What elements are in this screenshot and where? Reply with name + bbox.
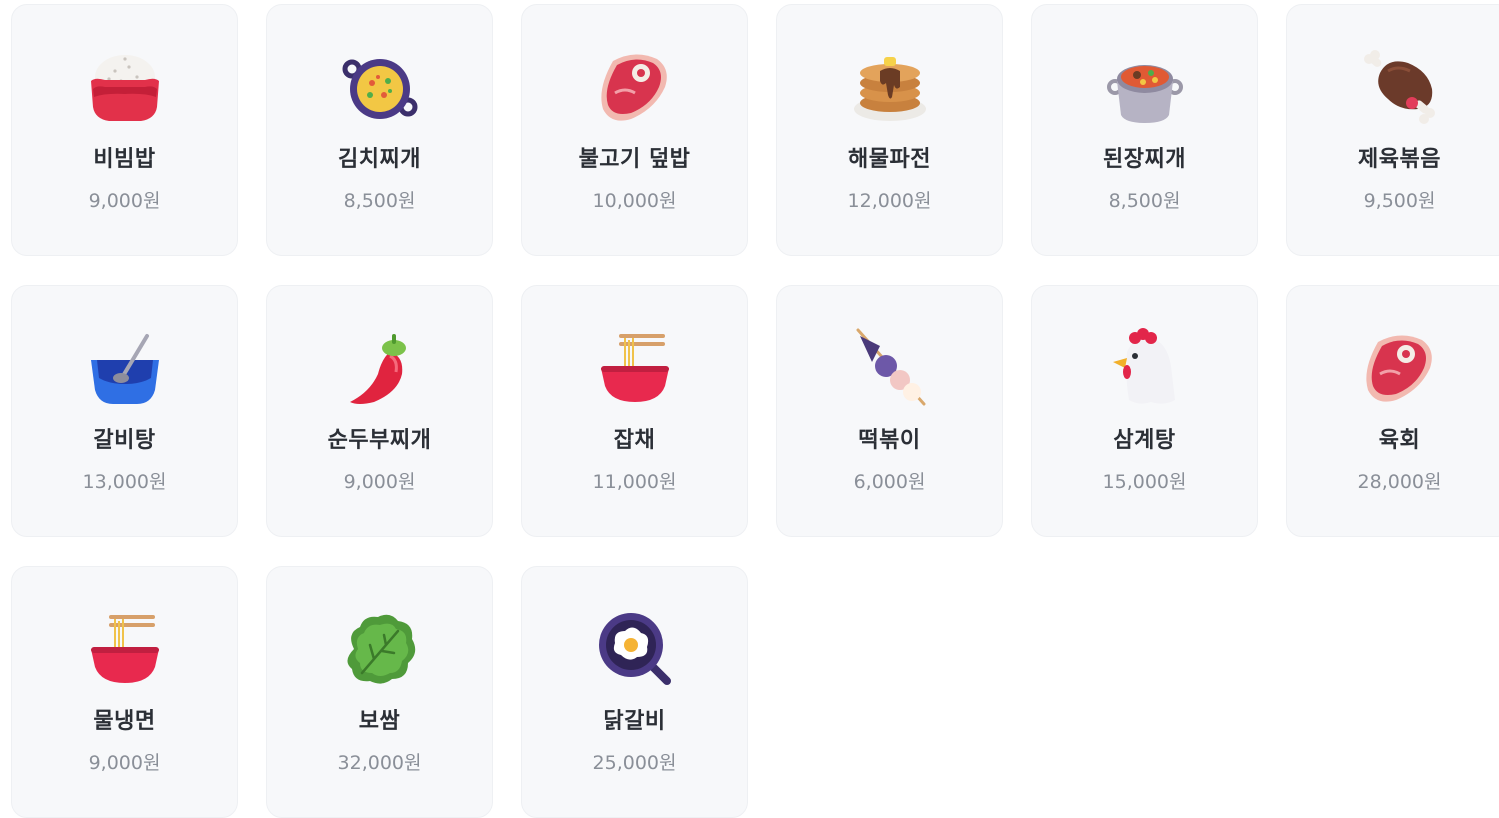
menu-card-japchae[interactable]: 잡채 11,000원 [521, 285, 748, 537]
menu-card-sundubu-jjigae[interactable]: 순두부찌개 9,000원 [266, 285, 493, 537]
menu-card-kimchi-jjigae[interactable]: 김치찌개 8,500원 [266, 4, 493, 256]
hot-pepper-icon [340, 328, 420, 408]
menu-item-price: 6,000원 [853, 471, 926, 493]
menu-card-dakgalbi[interactable]: 닭갈비 25,000원 [521, 566, 748, 818]
menu-item-name: 육회 [1378, 428, 1421, 453]
menu-item-price: 9,500원 [1363, 190, 1436, 212]
menu-card-mulnaengmyeon[interactable]: 물냉면 9,000원 [11, 566, 238, 818]
bowl-with-spoon-icon [85, 328, 165, 408]
menu-item-name: 된장찌개 [1103, 147, 1186, 172]
rice-bowl-icon [85, 47, 165, 127]
menu-item-name: 닭갈비 [603, 709, 666, 734]
menu-item-name: 비빔밥 [93, 147, 156, 172]
menu-item-price: 8,500원 [1108, 190, 1181, 212]
menu-item-price: 12,000원 [847, 190, 932, 212]
menu-item-price: 15,000원 [1102, 471, 1187, 493]
paella-pan-icon [340, 47, 420, 127]
menu-card-bulgogi-deopbap[interactable]: 불고기 덮밥 10,000원 [521, 4, 748, 256]
menu-item-name: 불고기 덮밥 [578, 147, 691, 172]
menu-card-bossam[interactable]: 보쌈 32,000원 [266, 566, 493, 818]
menu-card-galbitang[interactable]: 갈비탕 13,000원 [11, 285, 238, 537]
pancakes-icon [850, 47, 930, 127]
menu-item-price: 25,000원 [592, 752, 677, 774]
menu-card-haemul-pajeon[interactable]: 해물파전 12,000원 [776, 4, 1003, 256]
meat-on-bone-icon [1360, 47, 1440, 127]
menu-item-name: 순두부찌개 [327, 428, 432, 453]
oden-skewer-icon [850, 328, 930, 408]
menu-item-price: 28,000원 [1357, 471, 1442, 493]
menu-item-price: 8,500원 [343, 190, 416, 212]
menu-item-name: 떡볶이 [858, 428, 921, 453]
menu-item-price: 13,000원 [82, 471, 167, 493]
menu-item-price: 10,000원 [592, 190, 677, 212]
menu-item-name: 삼계탕 [1113, 428, 1176, 453]
menu-item-name: 갈비탕 [93, 428, 156, 453]
menu-item-name: 잡채 [613, 428, 656, 453]
menu-item-price: 9,000원 [88, 190, 161, 212]
menu-item-name: 보쌈 [358, 709, 401, 734]
menu-item-name: 해물파전 [848, 147, 931, 172]
menu-item-price: 9,000원 [88, 752, 161, 774]
leafy-green-icon [340, 609, 420, 689]
menu-item-price: 11,000원 [592, 471, 677, 493]
frying-pan-egg-icon [595, 609, 675, 689]
noodle-bowl-icon [595, 328, 675, 408]
menu-item-price: 32,000원 [337, 752, 422, 774]
menu-item-name: 김치찌개 [338, 147, 421, 172]
menu-item-name: 제육볶음 [1358, 147, 1441, 172]
menu-card-samgyetang[interactable]: 삼계탕 15,000원 [1031, 285, 1258, 537]
menu-item-price: 9,000원 [343, 471, 416, 493]
noodle-bowl-icon [85, 609, 165, 689]
menu-card-bibimbap[interactable]: 비빔밥 9,000원 [11, 4, 238, 256]
chicken-icon [1105, 328, 1185, 408]
cut-of-meat-icon [1360, 328, 1440, 408]
menu-card-doenjang-jjigae[interactable]: 된장찌개 8,500원 [1031, 4, 1258, 256]
menu-card-tteokbokki[interactable]: 떡볶이 6,000원 [776, 285, 1003, 537]
pot-of-food-icon [1105, 47, 1185, 127]
menu-card-jeyuk-bokkeum[interactable]: 제육볶음 9,500원 [1286, 4, 1499, 256]
menu-card-yukhoe[interactable]: 육회 28,000원 [1286, 285, 1499, 537]
cut-of-meat-icon [595, 47, 675, 127]
menu-item-name: 물냉면 [93, 709, 156, 734]
menu-grid: 비빔밥 9,000원 김치찌개 8,500원 불고기 덮밥 10,000원 해물… [11, 4, 1499, 818]
